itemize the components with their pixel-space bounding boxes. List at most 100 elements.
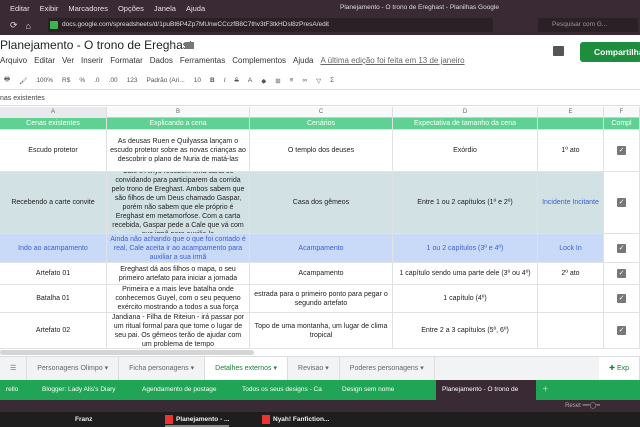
cell-e[interactable] xyxy=(538,313,604,348)
column-header-a[interactable]: A xyxy=(0,107,107,118)
browser-tab[interactable]: rello xyxy=(0,380,36,400)
cell-d[interactable]: 1 ou 2 capítulos (3º e 4º) xyxy=(393,234,538,262)
sheet-tab[interactable]: Personagens Olimpo ▾ xyxy=(27,357,120,381)
fill-color-icon[interactable]: ◆ xyxy=(261,77,266,85)
menu-formatar[interactable]: Formatar xyxy=(110,56,142,65)
browser-tab[interactable]: Design sem nome xyxy=(336,380,436,400)
column-header-b[interactable]: B xyxy=(107,107,250,118)
cell-b[interactable]: Ainda não achando que o que foi contado … xyxy=(107,234,250,262)
cell-a[interactable]: Indo ao acampamento xyxy=(0,234,107,262)
search-input[interactable]: Pesquisar com G... xyxy=(538,18,638,32)
completed-cell[interactable]: ✓ xyxy=(604,313,640,348)
bold-button[interactable]: B xyxy=(210,77,215,84)
cell-d[interactable]: 1 capítulo sendo uma parte dele (3º ou 4… xyxy=(393,263,538,284)
sheet-tab[interactable]: Ficha personagens ▾ xyxy=(119,357,206,381)
cell-a[interactable]: Escudo protetor xyxy=(0,130,107,171)
align-icon[interactable]: ≡ xyxy=(290,77,294,84)
menu-ferramentas[interactable]: Ferramentas xyxy=(180,56,225,65)
italic-button[interactable]: I xyxy=(224,77,226,84)
cell-b[interactable]: Primeira e a mais leve batalha onde conh… xyxy=(107,285,250,312)
checkbox-checked[interactable]: ✓ xyxy=(617,294,626,303)
scrollbar-thumb[interactable] xyxy=(0,350,254,355)
cell-b[interactable]: As deusas Ruen e Quilyassa lançam o escu… xyxy=(107,130,250,171)
decrease-decimal-button[interactable]: .0 xyxy=(94,77,99,84)
menu-arquivo[interactable]: Arquivo xyxy=(0,56,27,65)
menu-complementos[interactable]: Complementos xyxy=(232,56,286,65)
paint-format-icon[interactable]: 🖌 xyxy=(19,77,27,85)
column-header-e[interactable]: E xyxy=(538,107,604,118)
reload-icon[interactable]: ⟳ xyxy=(10,20,18,31)
taskbar-item[interactable]: Nyah! Fanfiction... xyxy=(262,414,329,425)
cell-d[interactable]: 1 capítulo (4º) xyxy=(393,285,538,312)
cell-e[interactable]: Incidente Incitante xyxy=(538,172,604,233)
cell-c[interactable]: O templo dos deuses xyxy=(250,130,393,171)
completed-cell[interactable]: ✓ xyxy=(604,234,640,262)
share-button[interactable]: Compartilhar xyxy=(580,42,640,62)
folder-icon[interactable] xyxy=(185,42,194,49)
checkbox-checked[interactable]: ✓ xyxy=(617,326,626,335)
os-menu-marcadores[interactable]: Marcadores xyxy=(68,4,108,13)
os-menu-opcoes[interactable]: Opções xyxy=(118,4,144,13)
zoom-reset[interactable]: Reset xyxy=(565,403,581,409)
percent-button[interactable]: % xyxy=(79,77,85,84)
cell-b[interactable]: Ereghast dá aos filhos o mapa, o seu pri… xyxy=(107,263,250,284)
header-cell[interactable]: Cenários xyxy=(250,118,393,129)
star-icon[interactable]: ☆ xyxy=(168,40,176,51)
increase-decimal-button[interactable]: .00 xyxy=(109,77,118,84)
cell-d[interactable]: Exórdio xyxy=(393,130,538,171)
zoom-select[interactable]: 100% xyxy=(36,77,53,84)
cell-c[interactable]: Casa dos gêmeos xyxy=(250,172,393,233)
cell-e[interactable] xyxy=(538,285,604,312)
browser-tab[interactable]: Todos os seus designs - Ca xyxy=(236,380,336,400)
menu-dados[interactable]: Dados xyxy=(150,56,173,65)
sheet-tab[interactable]: Revisao ▾ xyxy=(288,357,340,381)
checkbox-checked[interactable]: ✓ xyxy=(617,198,626,207)
cell-c[interactable]: Acampamento xyxy=(250,263,393,284)
link-icon[interactable]: ∞ xyxy=(302,77,307,84)
cell-c[interactable]: Acampamento xyxy=(250,234,393,262)
menu-ajuda[interactable]: Ajuda xyxy=(293,56,313,65)
taskbar-item[interactable]: Franz xyxy=(75,414,92,425)
os-menu-ajuda[interactable]: Ajuda xyxy=(186,4,205,13)
print-icon[interactable]: 🖶 xyxy=(4,75,10,86)
column-header-f[interactable]: F xyxy=(604,107,640,118)
formula-bar[interactable]: nas existentes xyxy=(0,91,640,106)
font-select[interactable]: Padrão (Ari... xyxy=(146,77,184,84)
cell-e[interactable]: 2º ato xyxy=(538,263,604,284)
column-header-d[interactable]: D xyxy=(393,107,538,118)
completed-cell[interactable]: ✓ xyxy=(604,130,640,171)
header-cell[interactable]: Expectativa de tamanho da cena xyxy=(393,118,538,129)
checkbox-checked[interactable]: ✓ xyxy=(617,146,626,155)
explore-button[interactable]: ✚ Exp xyxy=(599,357,640,381)
document-title[interactable]: Planejamento - O trono de Ereghast xyxy=(0,38,192,52)
os-menu-exibir[interactable]: Exibir xyxy=(40,4,59,13)
strikethrough-button[interactable]: S xyxy=(235,77,239,84)
cell-b[interactable]: Jandiana - Filha de Riteiun - irá passar… xyxy=(107,313,250,348)
comments-icon[interactable] xyxy=(553,46,564,56)
home-icon[interactable]: ⌂ xyxy=(26,21,31,31)
cell-b[interactable]: Cale e Alnys recebem uma carta os convid… xyxy=(107,172,250,233)
browser-tab-active[interactable]: Planejamento - O trono de xyxy=(436,380,536,400)
cell-a[interactable]: Artefato 02 xyxy=(0,313,107,348)
functions-icon[interactable]: Σ xyxy=(330,77,334,84)
all-sheets-icon[interactable]: ☰ xyxy=(0,357,28,381)
cell-d[interactable]: Entre 2 a 3 capítulos (5º, 6º) xyxy=(393,313,538,348)
borders-icon[interactable]: ⊞ xyxy=(275,77,280,85)
os-menu-editar[interactable]: Editar xyxy=(10,4,30,13)
menu-editar[interactable]: Editar xyxy=(34,56,55,65)
cell-e[interactable]: 1º ato xyxy=(538,130,604,171)
cell-a[interactable]: Artefato 01 xyxy=(0,263,107,284)
last-edit-link[interactable]: A última edição foi feita em 13 de janei… xyxy=(321,56,465,65)
menu-ver[interactable]: Ver xyxy=(62,56,74,65)
header-cell[interactable]: Cenas existentes xyxy=(0,118,107,129)
completed-cell[interactable]: ✓ xyxy=(604,172,640,233)
filter-icon[interactable]: ▽ xyxy=(316,77,321,85)
number-format-button[interactable]: 123 xyxy=(127,77,138,84)
checkbox-checked[interactable]: ✓ xyxy=(617,243,626,253)
header-cell[interactable]: Compl xyxy=(604,118,640,129)
browser-tab[interactable]: Agendamento de postage xyxy=(136,380,236,400)
column-header-c[interactable]: C xyxy=(250,107,393,118)
cell-a[interactable]: Batalha 01 xyxy=(0,285,107,312)
os-menu-janela[interactable]: Janela xyxy=(154,4,176,13)
checkbox-checked[interactable]: ✓ xyxy=(617,269,626,278)
